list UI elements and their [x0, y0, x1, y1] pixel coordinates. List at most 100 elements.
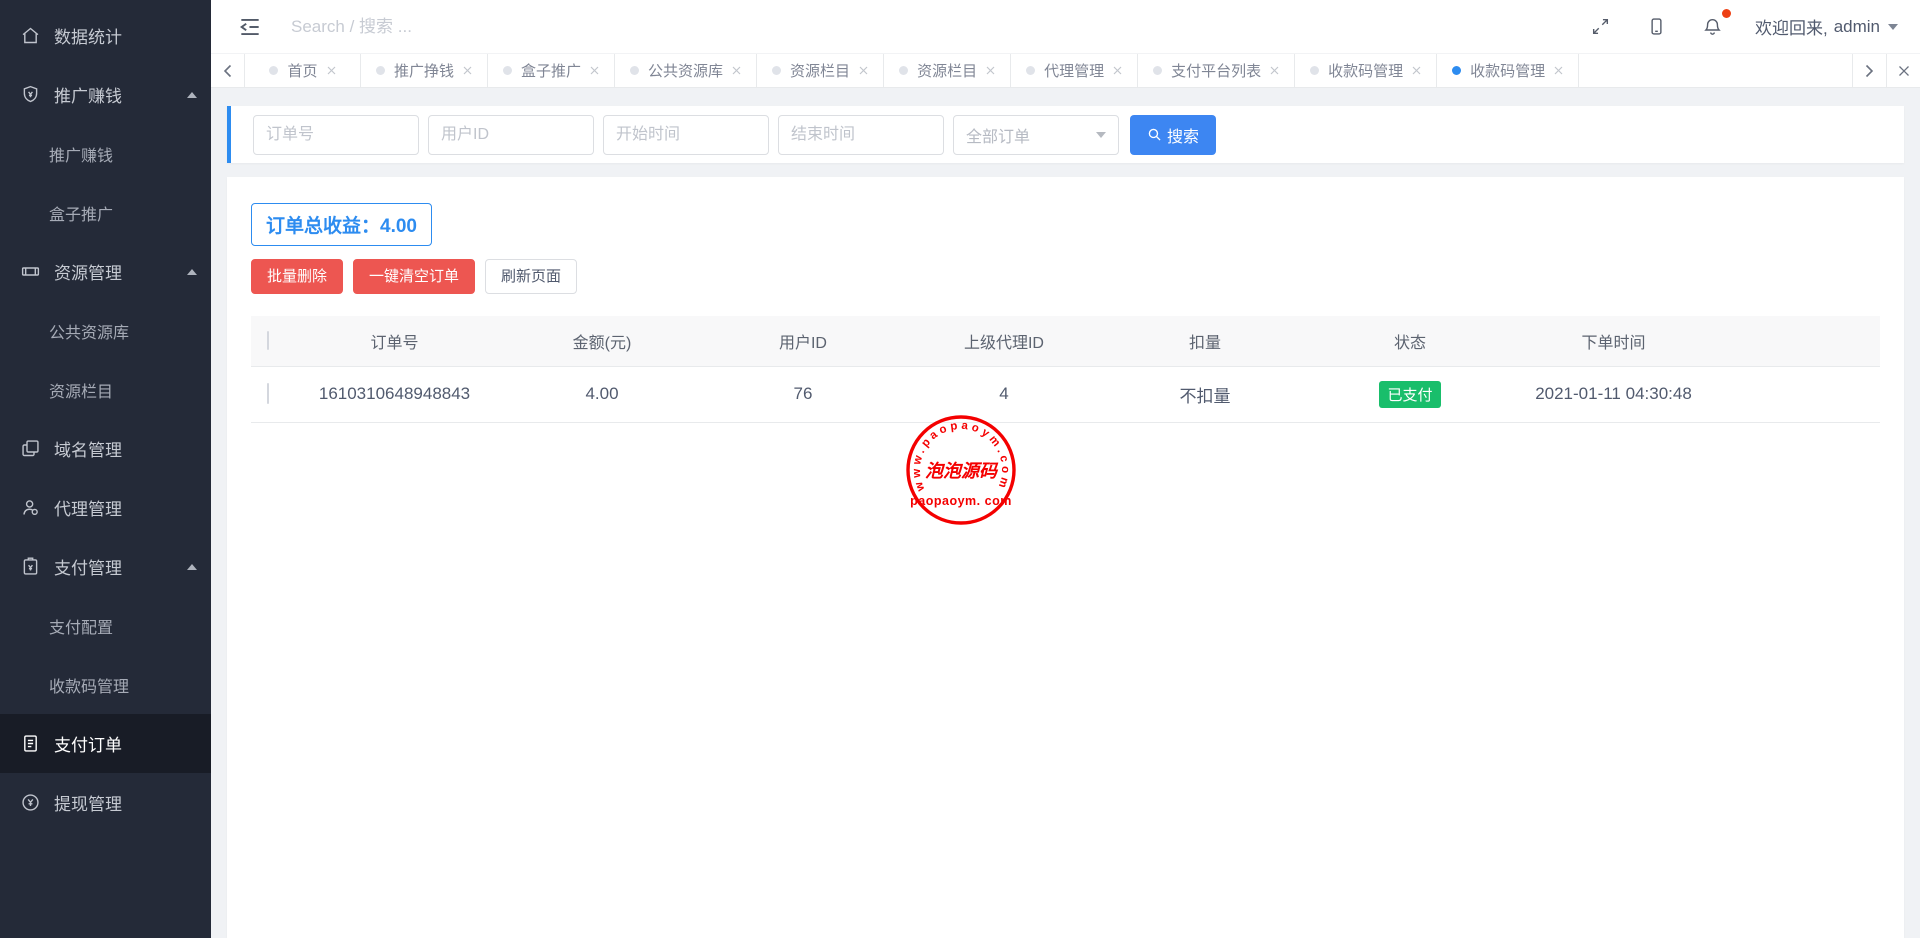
tabbar-spacer	[1579, 54, 1852, 87]
tab-dot	[1452, 66, 1461, 75]
sidebar-item-label: 盒子推广	[49, 201, 113, 225]
sidebar-item-payment-orders[interactable]: 支付订单	[0, 714, 211, 773]
sidebar-item-agent-mgmt[interactable]: 代理管理	[0, 478, 211, 537]
sidebar-item-label: 收款码管理	[49, 673, 129, 697]
tab-dot	[1310, 66, 1319, 75]
tab-resource-columns-2[interactable]: 资源栏目	[884, 54, 1011, 87]
chevron-up-icon	[187, 92, 197, 98]
tab-close-icon[interactable]	[1113, 66, 1122, 75]
clipboard-yen-icon	[20, 556, 41, 577]
sidebar-item-resource-mgmt-group[interactable]: 资源管理	[0, 242, 211, 301]
tab-close-icon[interactable]	[986, 66, 995, 75]
sidebar-item-label: 数据统计	[54, 23, 122, 48]
sidebar-item-promo-earn-group[interactable]: 推广赚钱	[0, 65, 211, 124]
clear-all-orders-button[interactable]: 一键清空订单	[353, 259, 475, 294]
chevron-down-icon	[1096, 132, 1106, 138]
bell-icon[interactable]	[1685, 0, 1741, 54]
column-header: 订单号	[285, 316, 495, 366]
tab-label: 收款码管理	[1328, 60, 1403, 81]
tab-dot	[630, 66, 639, 75]
sidebar-item-label: 公共资源库	[49, 319, 129, 343]
column-header: 上级代理ID	[897, 316, 1111, 366]
refresh-page-button[interactable]: 刷新页面	[485, 259, 577, 294]
sidebar-item-label: 资源管理	[54, 259, 122, 284]
tab-close-icon[interactable]	[1412, 66, 1421, 75]
sidebar: 数据统计 推广赚钱 推广赚钱 盒子推广 资源管理 公共资源库 资源栏目	[0, 0, 211, 938]
sidebar-item-data-stats[interactable]: 数据统计	[0, 6, 211, 65]
shield-yen-icon	[20, 84, 41, 105]
tab-close-icon[interactable]	[327, 66, 336, 75]
watermark-stamp: www.paopaoym.com 泡泡源码 paopaoym. com	[904, 413, 1018, 527]
total-revenue-value: 4.00	[380, 216, 417, 237]
tabs-close-all-button[interactable]	[1886, 54, 1920, 87]
welcome-text: 欢迎回来,	[1755, 14, 1828, 39]
tab-box-promo[interactable]: 盒子推广	[488, 54, 615, 87]
sidebar-item-payment-config[interactable]: 支付配置	[0, 596, 211, 655]
sidebar-item-label: 域名管理	[54, 436, 122, 461]
home-icon	[20, 25, 41, 46]
copy-icon	[20, 438, 41, 459]
order-no-input[interactable]	[253, 115, 419, 155]
tab-label: 代理管理	[1044, 60, 1104, 81]
tab-close-icon[interactable]	[1270, 66, 1279, 75]
tab-close-icon[interactable]	[732, 66, 741, 75]
tab-close-icon[interactable]	[463, 66, 472, 75]
filter-bar: 全部订单 搜索	[227, 106, 1904, 163]
select-all-checkbox[interactable]	[267, 331, 269, 350]
username: admin	[1834, 17, 1880, 37]
sidebar-item-domain-mgmt[interactable]: 域名管理	[0, 419, 211, 478]
sidebar-item-label: 推广赚钱	[54, 82, 122, 107]
sidebar-item-payment-mgmt-group[interactable]: 支付管理	[0, 537, 211, 596]
table-row: 1610310648948843 4.00 76 4 不扣量 已支付 2021-…	[251, 366, 1880, 422]
user-id-input[interactable]	[428, 115, 594, 155]
sidebar-item-box-promo[interactable]: 盒子推广	[0, 183, 211, 242]
fullscreen-icon[interactable]	[1573, 0, 1629, 54]
column-header: 金额(元)	[495, 316, 709, 366]
user-menu[interactable]: 欢迎回来, admin	[1755, 14, 1898, 39]
cell-order-no: 1610310648948843	[285, 366, 495, 422]
sidebar-collapse-button[interactable]	[237, 14, 263, 40]
mobile-icon[interactable]	[1629, 0, 1685, 54]
tab-label: 盒子推广	[521, 60, 581, 81]
tab-close-icon[interactable]	[590, 66, 599, 75]
search-button-label: 搜索	[1167, 123, 1199, 147]
tab-label: 公共资源库	[648, 60, 723, 81]
order-type-select[interactable]: 全部订单	[953, 115, 1119, 155]
tab-payment-code-mgmt-active[interactable]: 收款码管理	[1437, 54, 1579, 87]
sidebar-item-payment-code-mgmt[interactable]: 收款码管理	[0, 655, 211, 714]
tab-close-icon[interactable]	[1554, 66, 1563, 75]
tabbar: 首页 推广挣钱 盒子推广 公共资源库 资源栏目	[211, 54, 1920, 88]
tabs-scroll-right-button[interactable]	[1852, 54, 1886, 87]
row-checkbox[interactable]	[267, 383, 269, 404]
admin-app: 数据统计 推广赚钱 推广赚钱 盒子推广 资源管理 公共资源库 资源栏目	[0, 0, 1920, 938]
sidebar-item-label: 代理管理	[54, 495, 122, 520]
tab-payment-code-mgmt-1[interactable]: 收款码管理	[1295, 54, 1437, 87]
start-time-input[interactable]	[603, 115, 769, 155]
tab-dot	[269, 66, 278, 75]
cell-order-time: 2021-01-11 04:30:48	[1521, 366, 1706, 422]
tab-payment-platforms[interactable]: 支付平台列表	[1138, 54, 1295, 87]
tab-promo-earn[interactable]: 推广挣钱	[361, 54, 488, 87]
chevron-up-icon	[187, 269, 197, 275]
sidebar-item-withdraw-mgmt[interactable]: 提现管理	[0, 773, 211, 832]
cell-amount: 4.00	[495, 366, 709, 422]
table-header-row: 订单号 金额(元) 用户ID 上级代理ID 扣量 状态 下单时间	[251, 316, 1880, 366]
tabs-scroll-left-button[interactable]	[211, 54, 245, 87]
bulk-delete-button[interactable]: 批量删除	[251, 259, 343, 294]
tab-close-icon[interactable]	[859, 66, 868, 75]
sidebar-item-label: 提现管理	[54, 790, 122, 815]
tab-agent-mgmt[interactable]: 代理管理	[1011, 54, 1138, 87]
content-area: 全部订单 搜索 订单总收益：4.00 批量删除 一键清空订单 刷新页面	[211, 88, 1920, 938]
tab-public-resources[interactable]: 公共资源库	[615, 54, 757, 87]
search-input[interactable]	[289, 16, 1573, 38]
sidebar-item-resource-columns[interactable]: 资源栏目	[0, 360, 211, 419]
tab-resource-columns-1[interactable]: 资源栏目	[757, 54, 884, 87]
topbar: 欢迎回来, admin	[211, 0, 1920, 54]
search-button[interactable]: 搜索	[1130, 115, 1216, 155]
end-time-input[interactable]	[778, 115, 944, 155]
column-header: 下单时间	[1521, 316, 1706, 366]
sidebar-item-promo-earn[interactable]: 推广赚钱	[0, 124, 211, 183]
sidebar-item-public-resources[interactable]: 公共资源库	[0, 301, 211, 360]
main-area: 欢迎回来, admin 首页 推广挣钱	[211, 0, 1920, 938]
tab-home[interactable]: 首页	[245, 54, 361, 87]
